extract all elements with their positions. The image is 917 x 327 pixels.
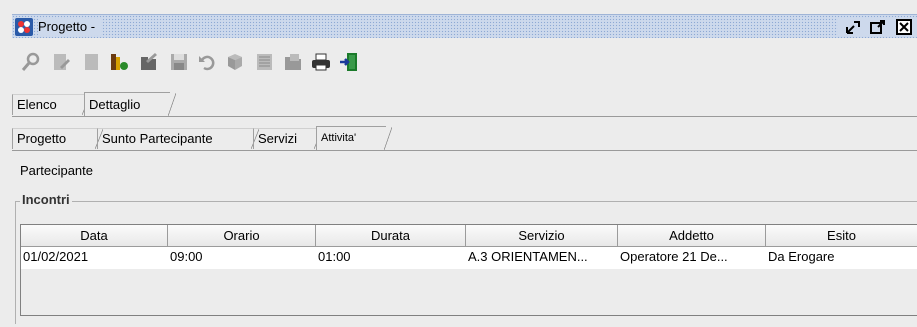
tab-attivita[interactable]: Attivita'	[316, 126, 392, 150]
cell-addetto: Operatore 21 De...	[620, 249, 728, 264]
tab-label: Progetto	[17, 131, 67, 146]
tab-servizi[interactable]: Servizi	[253, 128, 322, 149]
cell-orario: 09:00	[170, 249, 203, 264]
column-header-orario[interactable]: Orario	[168, 225, 316, 247]
print-icon[interactable]	[310, 51, 332, 73]
folder-edit-icon[interactable]	[138, 51, 160, 73]
column-header-data[interactable]: Data	[21, 225, 168, 247]
tab-sunto-partecipante[interactable]: Sunto Partecipante	[97, 128, 259, 149]
cell-durata: 01:00	[318, 249, 351, 264]
cell-data: 01/02/2021	[23, 249, 89, 264]
exit-icon[interactable]	[338, 51, 360, 73]
cell-esito: Da Erogare	[768, 249, 835, 264]
incontri-table[interactable]: Data Orario Durata Servizio Addetto Esit…	[20, 224, 917, 316]
close-icon[interactable]	[895, 18, 913, 36]
section-label-partecipante: Partecipante	[20, 163, 93, 178]
edit-icon[interactable]	[50, 51, 72, 73]
sub-tabbar: Progetto Sunto Partecipante Servizi Atti…	[12, 126, 917, 151]
column-header-servizio[interactable]: Servizio	[466, 225, 618, 247]
tab-label: Sunto Partecipante	[102, 131, 213, 146]
toolbar	[12, 44, 917, 80]
tab-elenco[interactable]: Elenco	[12, 94, 90, 115]
tab-label: Attivita'	[321, 132, 357, 144]
tab-label: Dettaglio	[89, 97, 141, 112]
app-logo-icon	[15, 18, 33, 36]
export-icon[interactable]	[254, 51, 276, 73]
minimize-icon[interactable]	[844, 18, 862, 36]
folder-icon[interactable]	[282, 51, 304, 73]
main-tabbar: Elenco Dettaglio	[12, 92, 917, 117]
tab-label: Servizi	[258, 131, 298, 146]
tab-progetto[interactable]: Progetto	[12, 128, 103, 149]
help-icon[interactable]	[224, 51, 246, 73]
save-icon[interactable]	[168, 51, 190, 73]
cell-servizio: A.3 ORIENTAMEN...	[468, 249, 588, 264]
table-row[interactable]: 01/02/2021 09:00 01:00 A.3 ORIENTAMEN...…	[21, 247, 917, 269]
new-document-icon[interactable]	[80, 51, 102, 73]
tab-dettaglio[interactable]: Dettaglio	[84, 92, 176, 116]
tab-label: Elenco	[17, 97, 57, 112]
column-header-esito[interactable]: Esito	[766, 225, 917, 247]
undo-icon[interactable]	[196, 51, 218, 73]
users-icon[interactable]	[108, 51, 130, 73]
column-header-addetto[interactable]: Addetto	[618, 225, 766, 247]
search-icon[interactable]	[20, 51, 42, 73]
window-title: Progetto -	[38, 19, 102, 35]
window-titlebar[interactable]: Progetto -	[12, 14, 917, 38]
incontri-legend: Incontri	[20, 192, 72, 207]
table-header: Data Orario Durata Servizio Addetto Esit…	[21, 225, 917, 247]
maximize-icon[interactable]	[869, 18, 887, 36]
column-header-durata[interactable]: Durata	[316, 225, 466, 247]
